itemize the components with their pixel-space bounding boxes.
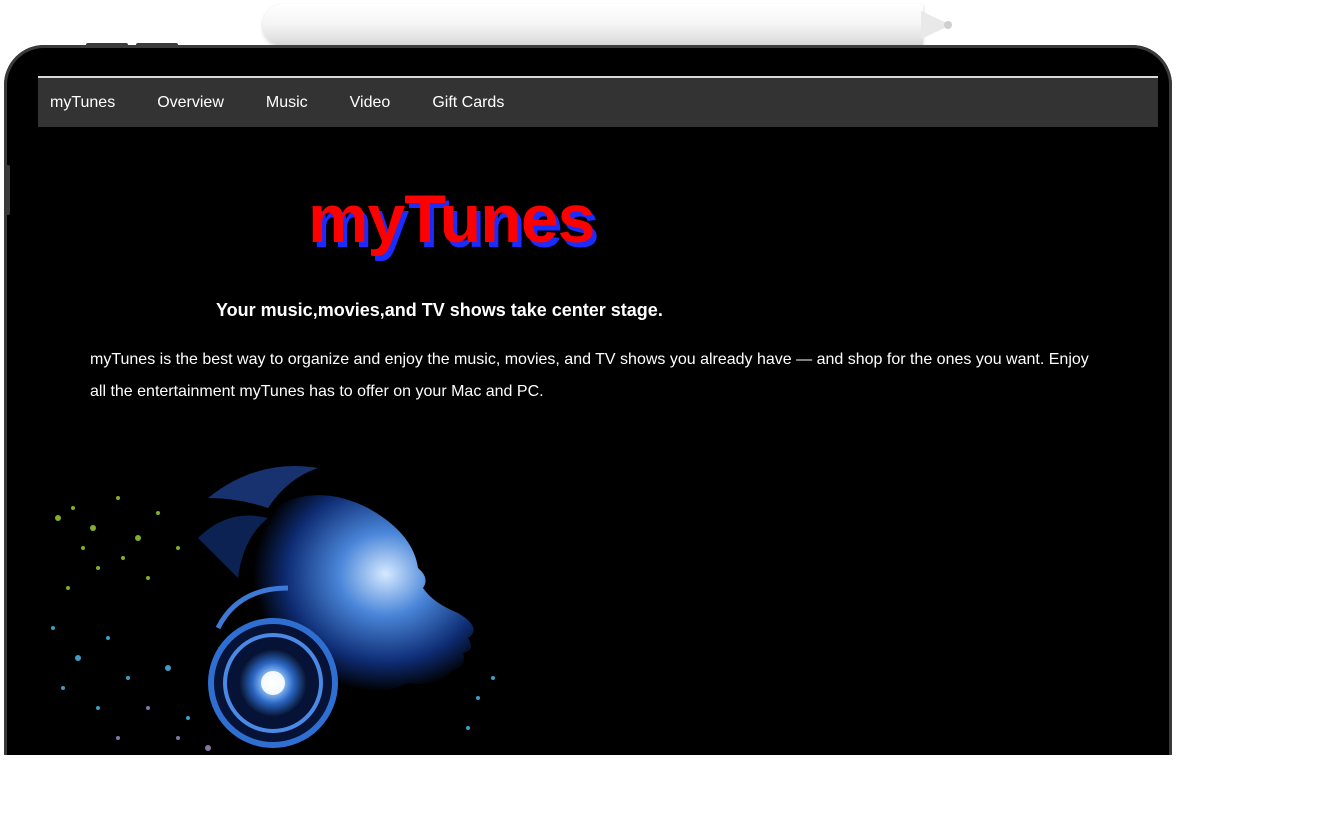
page-title: myTunes [308,181,595,257]
tablet-screen: myTunes Overview Music Video Gift Cards … [38,76,1158,757]
hero-artwork-headphones-face [51,466,495,751]
stylus-tip-end [944,21,952,29]
nav-item-overview[interactable]: Overview [157,94,224,112]
top-navbar: myTunes Overview Music Video Gift Cards [38,78,1158,127]
page: myTunes Overview Music Video Gift Cards … [0,0,1337,830]
stylus-pencil [263,4,923,46]
nav-item-music[interactable]: Music [266,94,308,112]
description-text: myTunes is the best way to organize and … [90,351,1089,400]
nav-item-mytunes[interactable]: myTunes [50,94,115,112]
nav-item-gift-cards[interactable]: Gift Cards [432,94,504,112]
tagline: Your music,movies,and TV shows take cent… [216,300,663,320]
nav-item-video[interactable]: Video [350,94,391,112]
tablet-side-button [6,165,10,215]
page-bottom-whitespace [0,755,1337,830]
